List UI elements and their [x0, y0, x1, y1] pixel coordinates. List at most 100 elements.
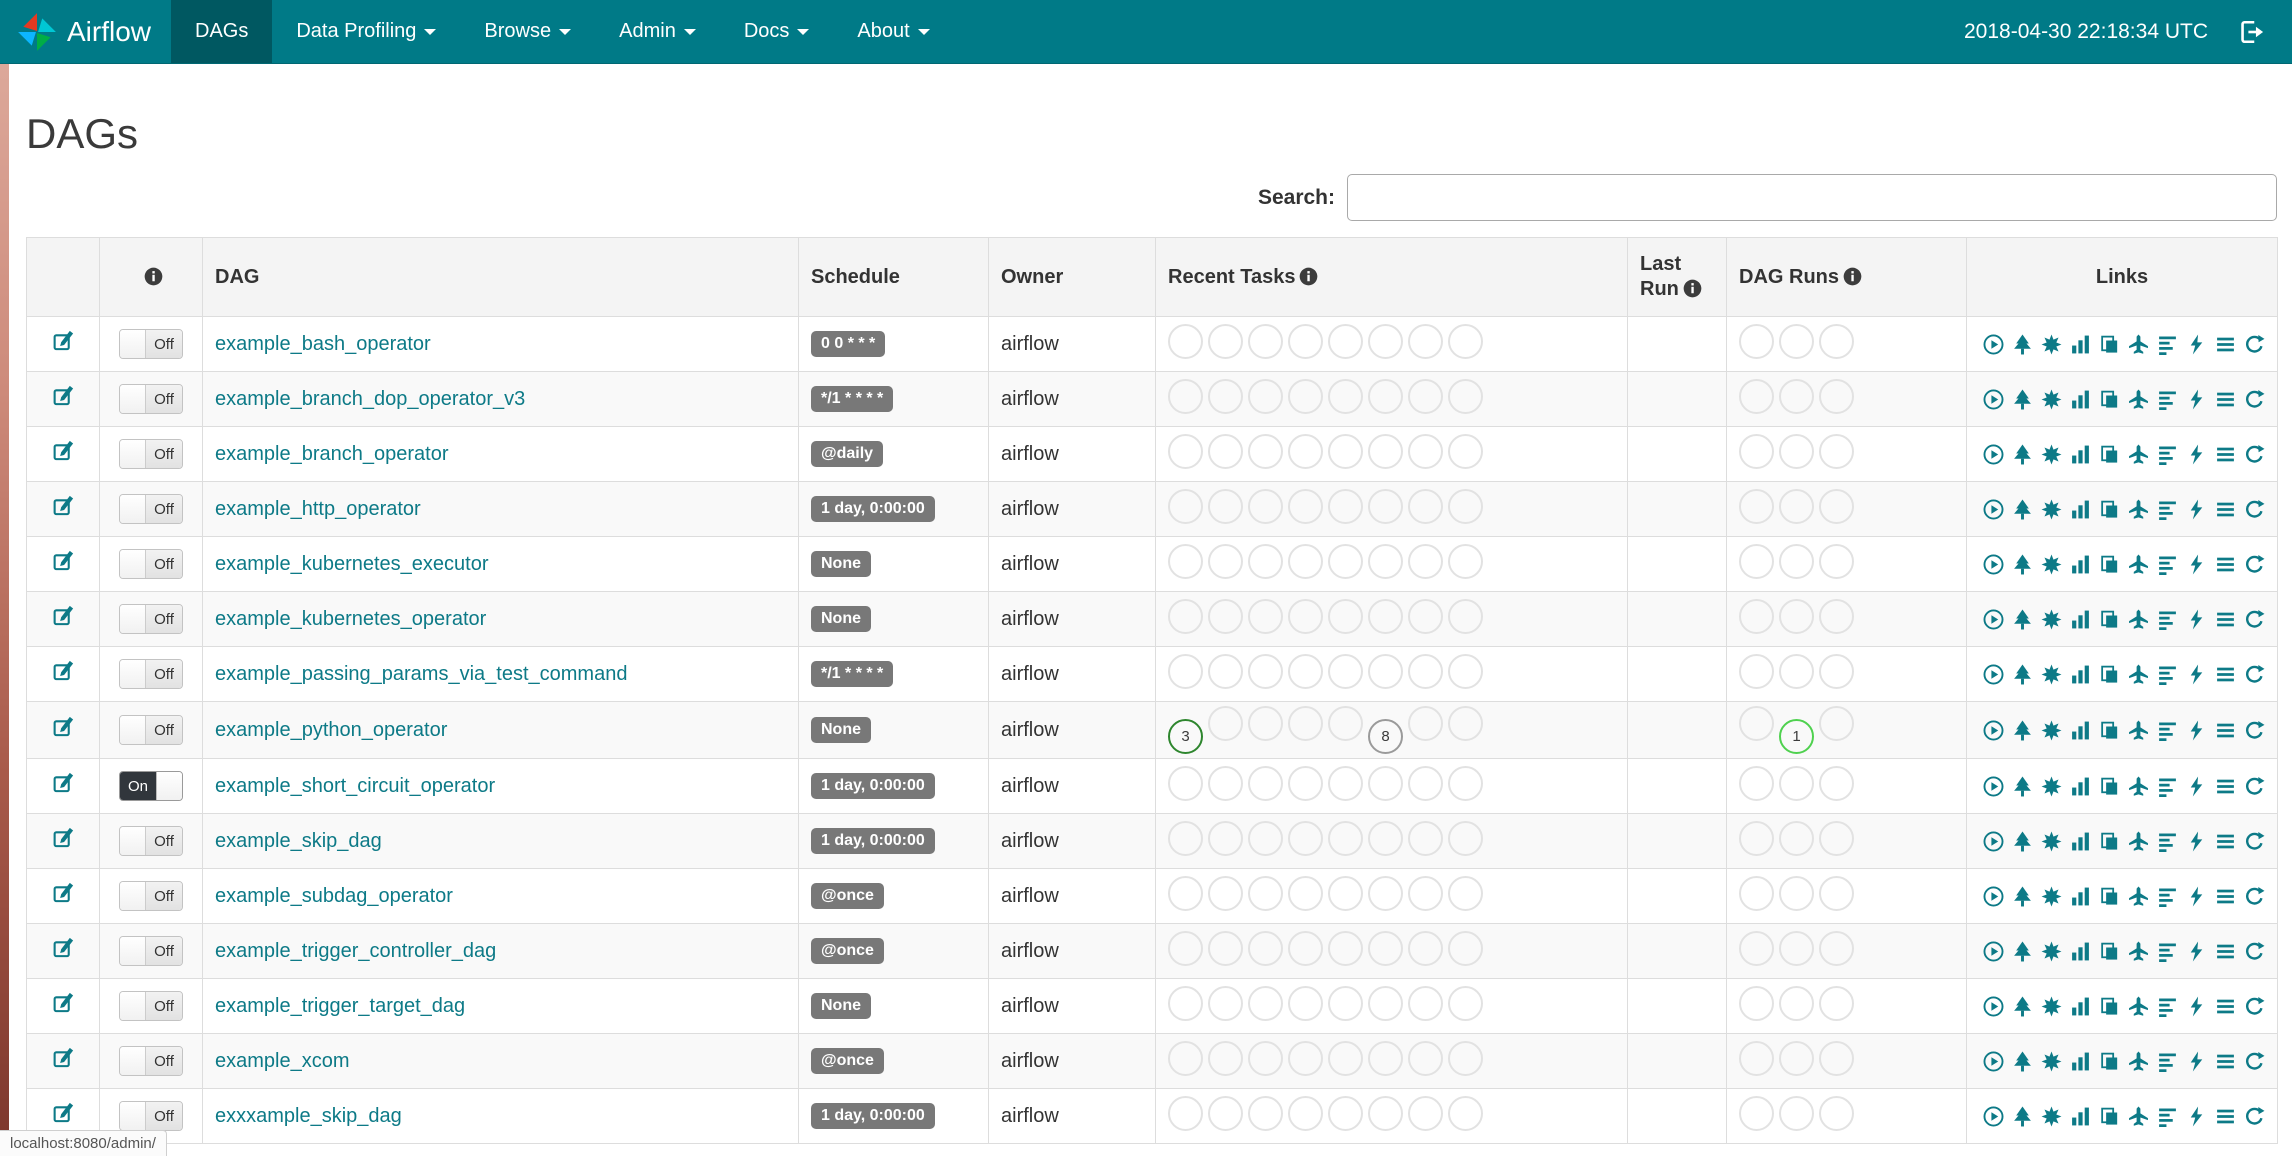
task-status-circle[interactable] — [1368, 1095, 1403, 1131]
dag-pause-toggle[interactable]: Off — [119, 384, 183, 414]
trigger-dag-icon[interactable] — [1983, 720, 2004, 741]
task-status-circle[interactable] — [1368, 323, 1403, 359]
task-status-circle[interactable] — [1328, 985, 1363, 1021]
trigger-dag-icon[interactable] — [1983, 776, 2004, 797]
logs-icon[interactable] — [2215, 499, 2236, 520]
nav-item-dags[interactable]: DAGs — [171, 0, 273, 63]
tree-view-icon[interactable] — [2012, 941, 2033, 962]
task-status-circle[interactable] — [1408, 706, 1443, 741]
task-status-circle[interactable] — [1448, 985, 1483, 1021]
edit-dag-icon[interactable] — [52, 660, 74, 682]
dag-link[interactable]: example_kubernetes_executor — [215, 553, 489, 575]
task-status-circle[interactable] — [1208, 488, 1243, 524]
landing-times-icon[interactable] — [2128, 720, 2149, 741]
edit-dag-icon[interactable] — [52, 882, 74, 904]
task-status-circle[interactable] — [1208, 1095, 1243, 1131]
landing-times-icon[interactable] — [2128, 554, 2149, 575]
dag-pause-toggle[interactable]: Off — [119, 936, 183, 966]
task-status-circle[interactable] — [1368, 433, 1403, 469]
header-schedule[interactable]: Schedule — [798, 237, 989, 317]
task-duration-icon[interactable] — [2070, 831, 2091, 852]
task-status-circle[interactable] — [1448, 598, 1483, 634]
tree-view-icon[interactable] — [2012, 444, 2033, 465]
landing-times-icon[interactable] — [2128, 334, 2149, 355]
task-status-circle[interactable] — [1208, 765, 1243, 801]
task-status-circle[interactable] — [1448, 323, 1483, 359]
task-tries-icon[interactable] — [2099, 1106, 2120, 1127]
dag-pause-toggle[interactable]: On — [119, 771, 183, 801]
logs-icon[interactable] — [2215, 334, 2236, 355]
dag-pause-toggle[interactable]: Off — [119, 439, 183, 469]
tree-view-icon[interactable] — [2012, 334, 2033, 355]
trigger-dag-icon[interactable] — [1983, 664, 2004, 685]
task-status-circle[interactable] — [1168, 875, 1203, 911]
task-status-circle[interactable] — [1208, 1040, 1243, 1076]
refresh-icon[interactable] — [2244, 886, 2265, 907]
edit-dag-icon[interactable] — [52, 937, 74, 959]
dag-run-circle[interactable] — [1779, 323, 1814, 359]
task-status-circle[interactable] — [1288, 820, 1323, 856]
tree-view-icon[interactable] — [2012, 886, 2033, 907]
graph-view-icon[interactable] — [2041, 996, 2062, 1017]
task-status-circle[interactable] — [1368, 543, 1403, 579]
task-tries-icon[interactable] — [2099, 334, 2120, 355]
dag-pause-toggle[interactable]: Off — [119, 329, 183, 359]
refresh-icon[interactable] — [2244, 831, 2265, 852]
task-status-circle[interactable] — [1448, 653, 1483, 689]
dag-link[interactable]: example_passing_params_via_test_command — [215, 663, 627, 685]
task-status-circle[interactable] — [1208, 820, 1243, 856]
dag-link[interactable]: example_skip_dag — [215, 830, 382, 852]
task-status-circle[interactable] — [1208, 543, 1243, 579]
gantt-view-icon[interactable] — [2157, 664, 2178, 685]
dag-run-circle[interactable] — [1819, 1040, 1854, 1076]
graph-view-icon[interactable] — [2041, 1051, 2062, 1072]
task-duration-icon[interactable] — [2070, 499, 2091, 520]
task-status-circle[interactable] — [1168, 930, 1203, 966]
task-status-circle[interactable] — [1368, 1040, 1403, 1076]
edit-dag-icon[interactable] — [52, 330, 74, 352]
code-view-icon[interactable] — [2186, 1051, 2207, 1072]
dag-link[interactable]: example_http_operator — [215, 498, 421, 520]
logs-icon[interactable] — [2215, 389, 2236, 410]
code-view-icon[interactable] — [2186, 1106, 2207, 1127]
task-status-circle[interactable] — [1168, 820, 1203, 856]
code-view-icon[interactable] — [2186, 831, 2207, 852]
task-status-circle[interactable] — [1168, 433, 1203, 469]
landing-times-icon[interactable] — [2128, 444, 2149, 465]
graph-view-icon[interactable] — [2041, 831, 2062, 852]
dag-run-circle[interactable] — [1819, 378, 1854, 414]
trigger-dag-icon[interactable] — [1983, 554, 2004, 575]
gantt-view-icon[interactable] — [2157, 1106, 2178, 1127]
task-status-circle[interactable] — [1408, 543, 1443, 579]
dag-link[interactable]: example_bash_operator — [215, 333, 431, 355]
dag-run-circle[interactable] — [1779, 378, 1814, 414]
gantt-view-icon[interactable] — [2157, 499, 2178, 520]
refresh-icon[interactable] — [2244, 941, 2265, 962]
trigger-dag-icon[interactable] — [1983, 1051, 2004, 1072]
task-duration-icon[interactable] — [2070, 389, 2091, 410]
graph-view-icon[interactable] — [2041, 776, 2062, 797]
task-status-circle[interactable] — [1288, 1095, 1323, 1131]
task-status-circle[interactable] — [1328, 820, 1363, 856]
dag-run-circle[interactable] — [1779, 1040, 1814, 1076]
task-status-circle[interactable] — [1248, 820, 1283, 856]
task-status-circle[interactable] — [1328, 433, 1363, 469]
nav-item-docs[interactable]: Docs — [720, 0, 834, 63]
task-status-circle[interactable] — [1248, 1040, 1283, 1076]
graph-view-icon[interactable] — [2041, 609, 2062, 630]
tree-view-icon[interactable] — [2012, 389, 2033, 410]
dag-run-circle[interactable] — [1779, 653, 1814, 689]
code-view-icon[interactable] — [2186, 941, 2207, 962]
task-status-circle[interactable] — [1328, 323, 1363, 359]
task-status-circle[interactable] — [1408, 323, 1443, 359]
gantt-view-icon[interactable] — [2157, 941, 2178, 962]
trigger-dag-icon[interactable] — [1983, 886, 2004, 907]
task-status-circle[interactable] — [1448, 1040, 1483, 1076]
task-duration-icon[interactable] — [2070, 776, 2091, 797]
dag-run-circle[interactable] — [1779, 930, 1814, 966]
task-status-circle[interactable] — [1248, 543, 1283, 579]
task-status-circle[interactable] — [1448, 1095, 1483, 1131]
trigger-dag-icon[interactable] — [1983, 609, 2004, 630]
task-tries-icon[interactable] — [2099, 554, 2120, 575]
dag-run-circle[interactable] — [1819, 706, 1854, 741]
